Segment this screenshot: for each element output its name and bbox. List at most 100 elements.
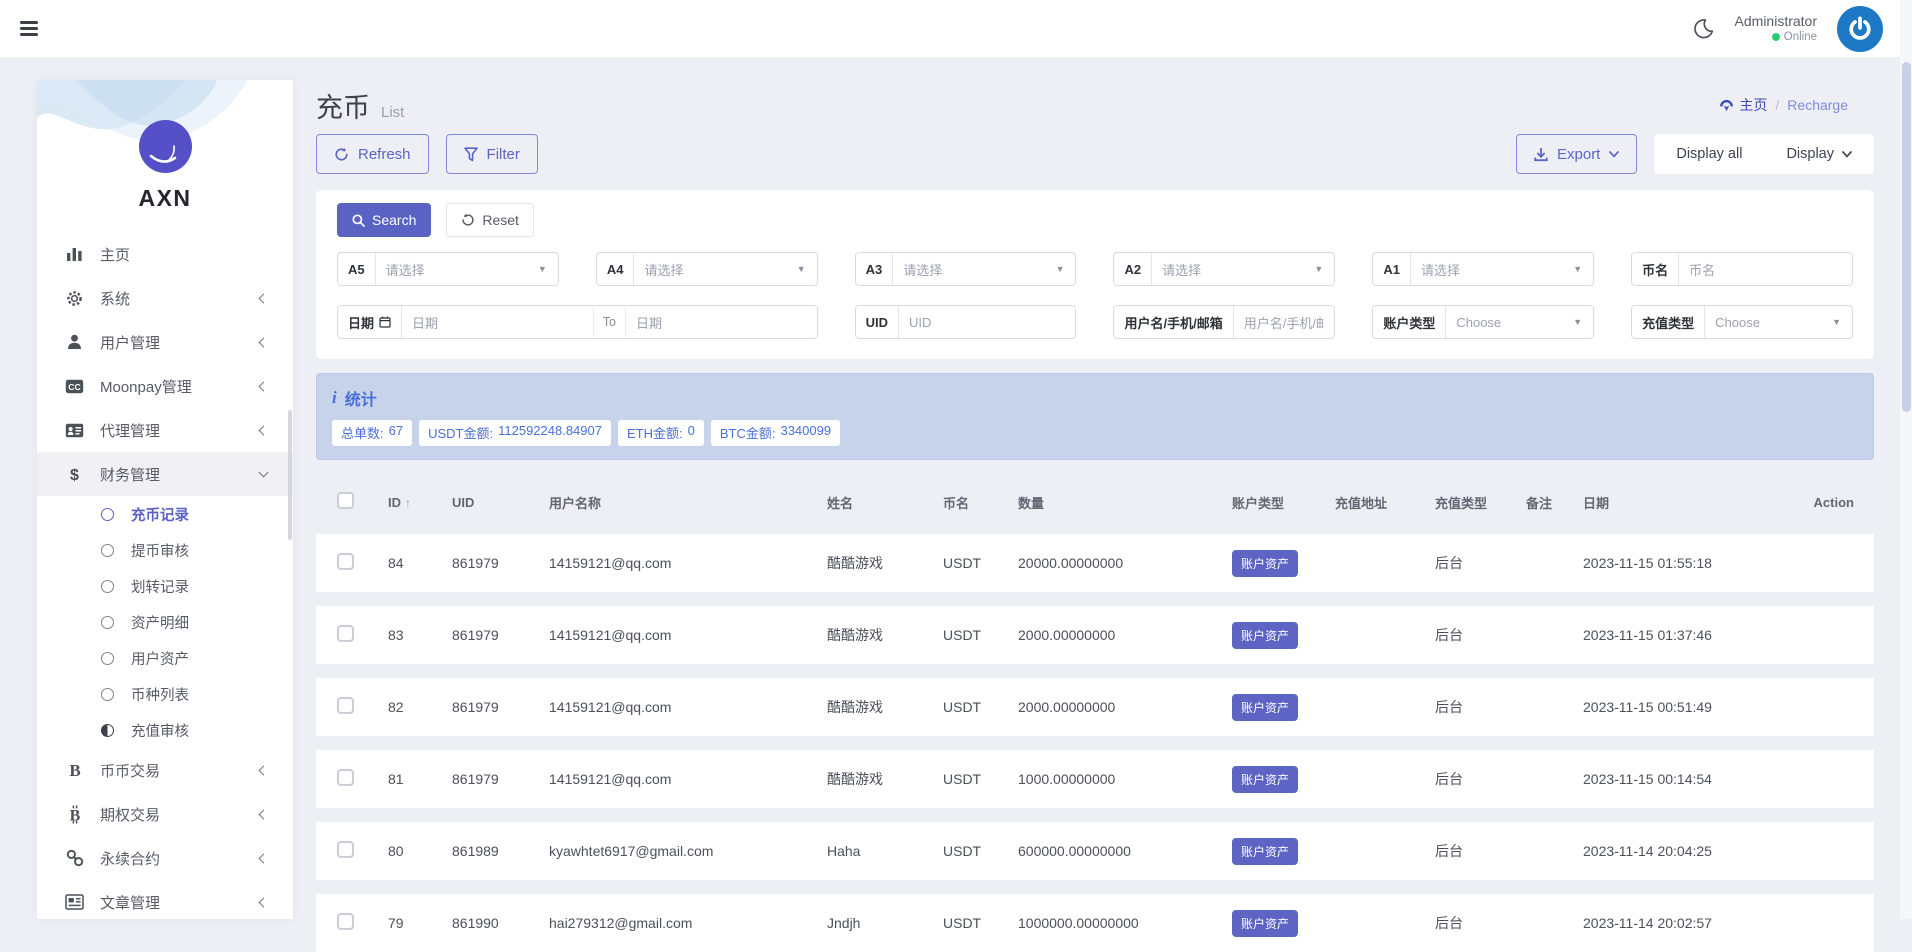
a3-select[interactable]: 请选择: [893, 253, 1055, 285]
stat-total-orders: 总单数: 67: [332, 420, 413, 446]
date-to-input[interactable]: 日期: [626, 306, 817, 338]
sidebar-item-options-trading[interactable]: B 期权交易: [37, 792, 293, 836]
row-checkbox[interactable]: [337, 769, 354, 786]
filter-select-a4: A4 请选择 ▼: [595, 252, 818, 286]
sidebar-item-moonpay[interactable]: CC Moonpay管理: [37, 364, 293, 408]
main-content: 充币 List 主页 / Recharge Refresh Filter Exp…: [316, 80, 1874, 952]
sidebar-subitem-recharge-review[interactable]: 充值审核: [37, 712, 293, 748]
search-button[interactable]: Search: [337, 203, 432, 237]
hamburger-menu-icon[interactable]: [20, 18, 38, 40]
a5-select[interactable]: 请选择: [376, 253, 538, 285]
col-action: Action: [1813, 494, 1854, 510]
page-scrollbar-track[interactable]: [1900, 0, 1912, 919]
dark-mode-moon-icon[interactable]: [1692, 17, 1715, 40]
bitcoin-icon: B: [64, 805, 85, 824]
sidebar-item-article-management[interactable]: 文章管理: [37, 880, 293, 919]
sidebar-subitem-asset-details[interactable]: 资产明细: [37, 604, 293, 640]
select-caret-icon: ▼: [1832, 317, 1841, 327]
export-button[interactable]: Export: [1516, 134, 1638, 174]
a2-select[interactable]: 请选择: [1152, 253, 1314, 285]
display-all-button[interactable]: Display all: [1654, 134, 1764, 174]
sidebar-subitem-user-assets[interactable]: 用户资产: [37, 640, 293, 676]
bar-chart-icon: [64, 247, 85, 262]
sidebar-subitem-transfer-records[interactable]: 划转记录: [37, 568, 293, 604]
reset-button[interactable]: Reset: [446, 203, 534, 237]
date-to-separator: To: [592, 306, 626, 338]
date-from-input[interactable]: 日期: [402, 306, 593, 338]
chevron-left-icon: [258, 853, 269, 863]
stat-eth-amount: ETH金额: 0: [617, 420, 704, 446]
sidebar-item-perpetual-contract[interactable]: 永续合约: [37, 836, 293, 880]
sidebar-item-finance-management[interactable]: $ 财务管理: [37, 452, 293, 496]
breadcrumb-home-link[interactable]: 主页: [1719, 95, 1767, 115]
col-coin: 币名: [943, 495, 970, 511]
circle-icon: [101, 543, 114, 557]
col-account-type: 账户类型: [1232, 495, 1285, 511]
user-input[interactable]: 用户名/手机/邮箱: [1234, 306, 1335, 338]
col-date: 日期: [1583, 495, 1610, 511]
filter-button[interactable]: Filter: [445, 134, 538, 174]
refresh-icon: [335, 147, 348, 161]
row-checkbox[interactable]: [337, 553, 354, 570]
breadcrumb-current[interactable]: Recharge: [1787, 97, 1848, 113]
col-recharge-type: 充值类型: [1435, 495, 1488, 511]
statistics-panel: i 统计 总单数: 67 USDT金额: 112592248.84907 ETH金额…: [316, 373, 1874, 460]
sidebar: AXN 主页 系统 用户管理 CC Moonpay管理 代理管理 $ 财务管理 …: [37, 80, 293, 919]
account-type-badge: 账户资产: [1232, 837, 1299, 865]
chevron-left-icon: [258, 293, 269, 303]
sidebar-item-system[interactable]: 系统: [37, 276, 293, 320]
account-type-select[interactable]: Choose: [1446, 306, 1573, 338]
uid-input[interactable]: UID: [899, 306, 1075, 338]
table-row: 79 861990 hai279312@gmail.com Jndjh USDT…: [316, 894, 1874, 952]
svg-text:$: $: [70, 467, 79, 483]
a1-select[interactable]: 请选择: [1411, 253, 1573, 285]
refresh-button[interactable]: Refresh: [316, 134, 429, 174]
chevron-left-icon: [258, 897, 269, 907]
page-scrollbar-thumb[interactable]: [1901, 62, 1911, 412]
sidebar-item-agent-management[interactable]: 代理管理: [37, 408, 293, 452]
sidebar-item-user-management[interactable]: 用户管理: [37, 320, 293, 364]
row-checkbox[interactable]: [337, 841, 354, 858]
avatar[interactable]: [1837, 5, 1883, 52]
breadcrumb-separator: /: [1775, 97, 1780, 113]
logo-circle-icon: [138, 120, 192, 173]
select-all-checkbox[interactable]: [337, 492, 354, 509]
sidebar-scrollbar[interactable]: [288, 410, 292, 540]
link-icon: [64, 849, 85, 867]
row-checkbox[interactable]: [337, 913, 354, 930]
sidebar-subitem-coin-list[interactable]: 币种列表: [37, 676, 293, 712]
sidebar-item-spot-trading[interactable]: B 币币交易: [37, 748, 293, 792]
account-type-badge: 账户资产: [1232, 765, 1299, 793]
chevron-left-icon: [258, 381, 269, 391]
filter-user: 用户名/手机/邮箱 用户名/手机/邮箱: [1113, 305, 1336, 339]
row-checkbox[interactable]: [337, 625, 354, 642]
filter-select-a2: A2 请选择 ▼: [1113, 252, 1336, 286]
page-subtitle: List: [381, 103, 405, 121]
sidebar-subitem-withdraw-review[interactable]: 提币审核: [37, 532, 293, 568]
table-row: 84 861979 14159121@qq.com 酷酷游戏 USDT 2000…: [316, 534, 1874, 592]
reset-icon: [462, 213, 474, 226]
user-name: Administrator: [1734, 12, 1817, 29]
sidebar-item-home[interactable]: 主页: [37, 232, 293, 276]
svg-text:CC: CC: [68, 382, 80, 392]
records-table: ID ↑ UID 用户名称 姓名 币名 数量 账户类型 充值地址 充值类型 备注 …: [316, 484, 1874, 952]
online-dot-icon: [1771, 33, 1780, 42]
filter-row-1: A5 请选择 ▼ A4 请选择 ▼ A3 请选择 ▼ A2 请选择 ▼ A1 请…: [337, 252, 1853, 286]
row-checkbox[interactable]: [337, 697, 354, 714]
select-caret-icon: ▼: [1314, 264, 1324, 274]
user-menu[interactable]: Administrator Online: [1735, 13, 1817, 45]
col-id[interactable]: ID ↑: [388, 495, 452, 510]
recharge-type-select[interactable]: Choose: [1705, 306, 1832, 338]
col-uid: UID: [452, 494, 475, 510]
id-card-icon: [64, 423, 85, 438]
coin-name-input[interactable]: 币名: [1679, 253, 1852, 285]
a4-select[interactable]: 请选择: [634, 253, 796, 285]
display-button[interactable]: Display: [1764, 134, 1874, 174]
select-caret-icon: ▼: [1055, 264, 1065, 274]
sort-asc-icon: ↑: [405, 495, 411, 510]
table-row: 82 861979 14159121@qq.com 酷酷游戏 USDT 2000…: [316, 678, 1874, 736]
statistics-title: i 统计: [332, 388, 377, 409]
brand-logo[interactable]: AXN: [37, 80, 293, 212]
display-button-group: Display all Display: [1654, 134, 1874, 174]
sidebar-subitem-recharge-records[interactable]: 充币记录: [37, 496, 293, 532]
